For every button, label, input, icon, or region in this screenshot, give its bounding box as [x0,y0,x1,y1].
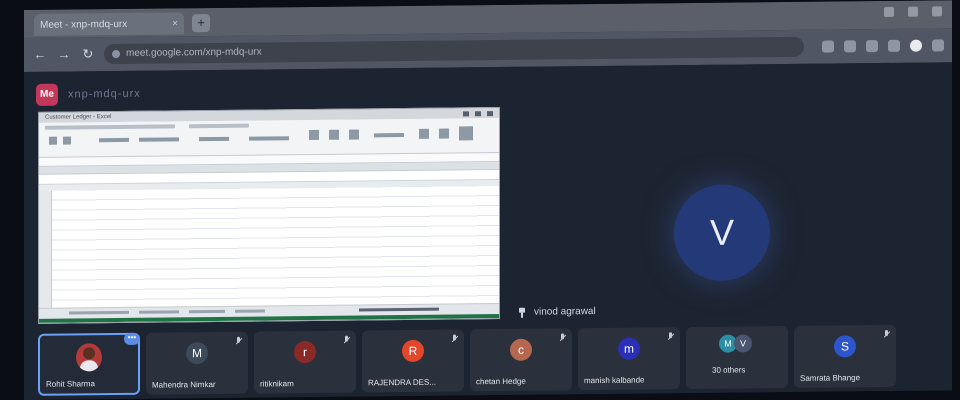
photo-frame: Meet - xnp-mdq-urx × + ← → ↻ meet.google… [0,0,960,400]
participant-avatar: R [402,339,424,363]
participant-name: ritiknikam [260,379,294,389]
extensions-icon[interactable] [888,39,900,52]
meeting-title: xnp-mdq-urx [68,87,141,101]
meet-stage: Me xnp-mdq-urx Customer Ledger - Excel v… [24,62,952,400]
participant-filmstrip: ••• Rohit Sharma M Mahendra Nimkar r rit… [38,324,942,396]
participant-avatar: r [294,340,316,364]
excel-minimize-icon [463,110,469,116]
close-window-icon[interactable] [932,6,942,17]
back-icon[interactable]: ← [32,47,48,63]
participant-tile[interactable]: m manish kalbande [578,327,680,391]
participant-name: Mahendra Nimkar [152,379,216,390]
shared-screen: Customer Ledger - Excel [38,107,500,324]
share-icon[interactable] [844,40,856,53]
monitor-screen: Meet - xnp-mdq-urx × + ← → ↻ meet.google… [24,0,952,400]
meet-app-icon: Me [36,83,58,106]
mic-muted-icon [559,333,566,342]
presenter-name: vinod agrawal [534,306,596,318]
others-avatars: M V [719,334,752,353]
reload-icon[interactable]: ↻ [80,46,96,62]
participant-tile[interactable]: r ritiknikam [254,330,356,394]
excel-row-numbers [39,190,52,309]
participant-tile[interactable]: c chetan Hedge [470,328,572,392]
participant-name: RAJENDRA DES... [368,377,437,388]
mic-muted-icon [883,330,890,339]
excel-maximize-icon [475,110,481,116]
browser-actions [822,39,944,53]
forward-icon[interactable]: → [56,46,72,62]
excel-close-icon [487,110,493,116]
excel-window-title: Customer Ledger - Excel [45,114,112,121]
mic-muted-icon [235,337,242,346]
meet-header: Me xnp-mdq-urx [36,83,141,106]
excel-grid [39,186,499,309]
participant-tile[interactable]: M Mahendra Nimkar [146,331,248,395]
close-tab-icon[interactable]: × [172,18,178,29]
participant-tile[interactable]: S Samrata Bhange [794,324,896,388]
browser-tab[interactable]: Meet - xnp-mdq-urx × [34,12,184,36]
minimize-icon[interactable] [884,6,894,17]
window-controls [884,6,942,17]
participant-name: Rohit Sharma [46,379,95,389]
main-speaker-avatar: V [674,184,770,282]
participant-name: manish kalbande [584,375,645,386]
participant-avatar: V [734,334,752,353]
more-options-icon[interactable]: ••• [124,332,140,345]
presenter-label: vinod agrawal [518,306,596,318]
participant-avatar: m [618,337,640,360]
profile-avatar[interactable] [910,39,922,52]
pin-icon[interactable] [518,307,526,317]
mic-muted-icon [667,332,674,341]
participant-name: chetan Hedge [476,376,526,387]
maximize-icon[interactable] [908,6,918,17]
tab-label: Meet - xnp-mdq-urx [40,18,128,31]
participant-photo [76,343,102,372]
address-bar[interactable]: meet.google.com/xnp-mdq-urx [104,36,804,65]
new-tab-button[interactable]: + [192,14,210,33]
menu-icon[interactable] [932,39,944,52]
main-speaker-initial: V [709,211,734,253]
mic-muted-icon [343,336,350,345]
participant-tile[interactable]: R RAJENDRA DES... [362,329,464,393]
participant-tile[interactable]: ••• Rohit Sharma [38,332,140,396]
others-tile[interactable]: M V 30 others [686,325,788,390]
excel-ribbon [39,118,499,158]
star-icon[interactable] [866,40,878,53]
participant-avatar: c [510,338,532,361]
others-count-label: 30 others [712,365,746,375]
participant-avatar: M [186,342,208,365]
key-icon[interactable] [822,40,834,53]
mic-muted-icon [451,334,458,343]
participant-avatar: S [834,335,856,358]
participant-name: Samrata Bhange [800,373,861,383]
